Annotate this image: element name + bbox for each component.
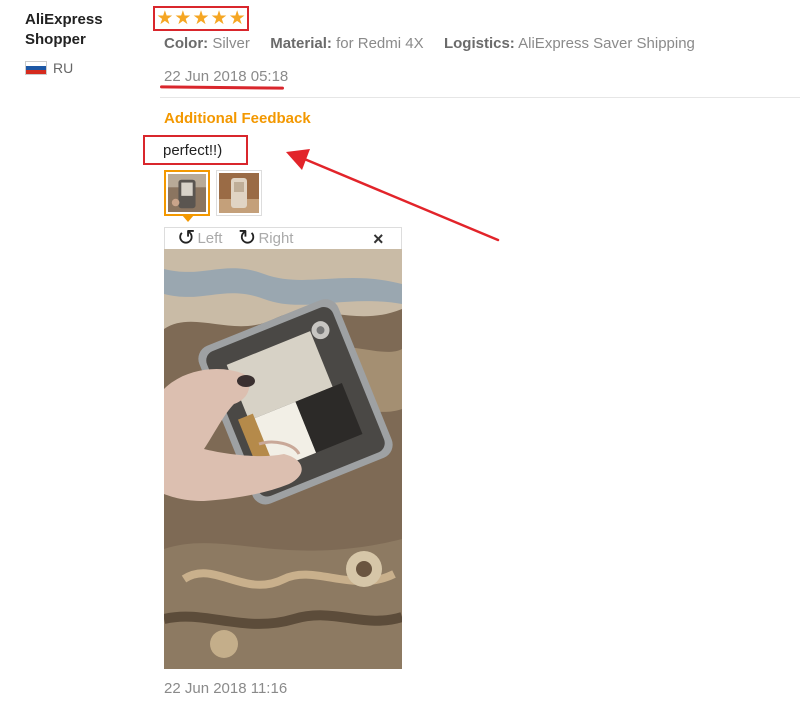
date-highlight-underline	[159, 85, 285, 90]
star-rating: ★ ★ ★ ★ ★	[153, 6, 249, 31]
additional-feedback-text: perfect!!)	[163, 142, 223, 159]
rotate-right-label: Right	[258, 229, 294, 247]
photo-thumbnail-image	[168, 174, 206, 212]
divider	[160, 97, 800, 98]
additional-feedback-date: 22 Jun 2018 11:16	[164, 680, 288, 697]
rotate-right-button[interactable]: ↻ Right	[238, 225, 294, 250]
rotate-left-icon: ↺	[177, 225, 196, 250]
attr-logistics-value: AliExpress Saver Shipping	[518, 35, 695, 52]
review-photo-thumbnail[interactable]	[164, 170, 210, 216]
russia-flag-icon	[25, 61, 47, 75]
star-icon: ★	[174, 8, 192, 29]
reviewer-country: RU	[25, 60, 73, 76]
star-icon: ★	[156, 8, 174, 29]
attr-logistics-key: Logistics:	[443, 35, 515, 52]
attr-material-key: Material:	[270, 35, 332, 52]
additional-feedback-heading: Additional Feedback	[164, 110, 311, 127]
rotate-right-icon: ↻	[238, 225, 257, 250]
rotate-left-button[interactable]: ↺ Left	[177, 225, 223, 250]
photo-thumbnail-image	[219, 173, 259, 213]
review-photo-thumbnail[interactable]	[216, 170, 262, 216]
star-icon: ★	[192, 8, 210, 29]
active-thumbnail-pointer	[182, 215, 194, 222]
attr-material-value: for Redmi 4X	[336, 35, 424, 52]
attr-color-value: Silver	[212, 35, 250, 52]
rotate-left-label: Left	[197, 229, 223, 247]
order-attributes: Color: Silver Material: for Redmi 4X Log…	[164, 35, 695, 52]
review-date: 22 Jun 2018 05:18	[164, 68, 289, 85]
review-photo-large[interactable]	[164, 249, 402, 669]
close-viewer-button[interactable]: ×	[373, 229, 384, 250]
star-icon: ★	[210, 8, 228, 29]
reviewer-name: AliExpress Shopper	[25, 11, 103, 48]
country-code: RU	[53, 60, 74, 76]
star-icon: ★	[228, 8, 246, 29]
attr-color-key: Color:	[164, 35, 209, 52]
